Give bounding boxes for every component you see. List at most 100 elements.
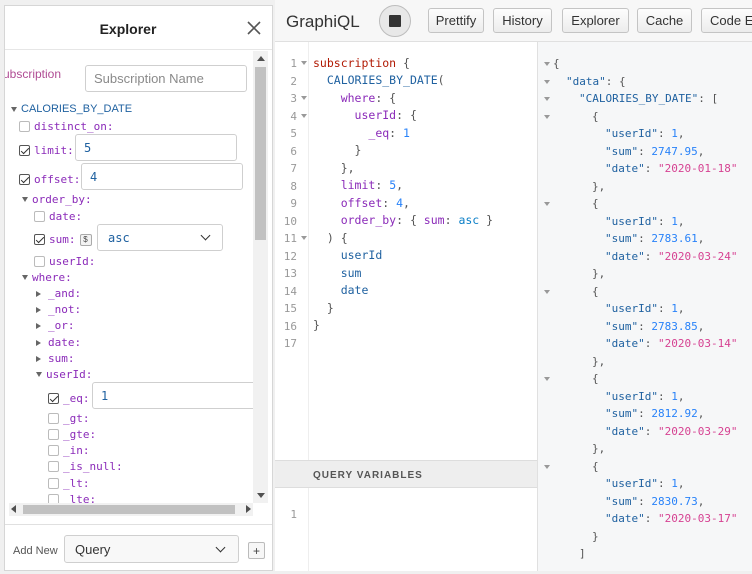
scroll-right-icon[interactable] bbox=[246, 505, 251, 513]
userid-is-null[interactable]: _is_null: bbox=[48, 460, 123, 473]
order-by-sum[interactable]: sum: $ bbox=[34, 233, 98, 246]
chevron-down-icon bbox=[200, 230, 211, 241]
order-by-userid[interactable]: userId: bbox=[34, 255, 95, 268]
userid-lt[interactable]: _lt: bbox=[48, 477, 90, 490]
query-variables-editor[interactable]: 1 bbox=[275, 488, 537, 571]
checkbox[interactable] bbox=[48, 445, 59, 456]
result-line: }, bbox=[592, 179, 606, 193]
chevron-down-icon bbox=[215, 542, 226, 553]
checkbox-checked[interactable] bbox=[48, 393, 59, 404]
where-not[interactable]: _not: bbox=[35, 303, 81, 316]
fold-icon[interactable] bbox=[544, 97, 550, 101]
query-editor[interactable]: 1 2 3 4 5 6 7 8 9 10 11 12 13 14 15 16 17 subscription {… bbox=[275, 42, 537, 460]
history-button[interactable]: History bbox=[493, 8, 552, 33]
add-new-operation-select[interactable]: Query bbox=[64, 535, 239, 563]
result-line: "userId": 1, bbox=[605, 302, 685, 315]
where-or[interactable]: _or: bbox=[35, 319, 75, 332]
operation-keyword: subscription bbox=[5, 67, 62, 81]
code-line: userId: { bbox=[354, 108, 417, 122]
checkbox[interactable] bbox=[48, 413, 59, 424]
checkbox[interactable] bbox=[48, 429, 59, 440]
fold-icon[interactable] bbox=[544, 464, 550, 469]
userid-gte[interactable]: _gte: bbox=[48, 428, 96, 441]
offset-input[interactable]: 4 bbox=[81, 163, 243, 190]
fold-icon[interactable] bbox=[301, 236, 307, 240]
code-line: } bbox=[313, 318, 320, 332]
arg-order-by[interactable]: order_by: bbox=[22, 193, 92, 206]
order-by-date[interactable]: date: bbox=[34, 210, 82, 223]
add-operation-button[interactable]: + bbox=[248, 542, 265, 559]
fold-icon[interactable] bbox=[544, 62, 550, 66]
order-by-sum-select[interactable]: asc bbox=[97, 224, 223, 251]
fold-icon[interactable] bbox=[544, 202, 550, 206]
explorer-vertical-scrollbar[interactable] bbox=[253, 51, 268, 503]
limit-input[interactable]: 5 bbox=[75, 134, 237, 161]
where-and[interactable]: _and: bbox=[35, 287, 81, 300]
code-exporter-button[interactable]: Code Exporter bbox=[701, 8, 752, 33]
scroll-left-icon[interactable] bbox=[11, 505, 16, 513]
userid-gt[interactable]: _gt: bbox=[48, 412, 90, 425]
checkbox[interactable] bbox=[19, 121, 30, 132]
checkbox[interactable] bbox=[34, 256, 45, 267]
fold-icon[interactable] bbox=[544, 289, 550, 294]
query-variables-title: QUERY VARIABLES bbox=[313, 470, 423, 481]
root-field-label: CALORIES_BY_DATE bbox=[21, 103, 133, 115]
result-viewer[interactable]: {"data": {"CALORIES_BY_DATE": [{"userId"… bbox=[537, 42, 752, 571]
fold-icon[interactable] bbox=[544, 114, 550, 119]
userid-lte[interactable]: _lte: bbox=[48, 493, 96, 503]
operation-name-input[interactable]: Subscription Name bbox=[85, 65, 247, 92]
arg-label: distinct_on: bbox=[34, 120, 114, 133]
checkbox[interactable] bbox=[48, 461, 59, 472]
fold-icon[interactable] bbox=[544, 79, 550, 84]
explorer-button[interactable]: Explorer bbox=[562, 8, 629, 33]
fold-icon[interactable] bbox=[544, 377, 550, 381]
select-value: Query bbox=[75, 541, 111, 557]
explorer-horizontal-scrollbar[interactable] bbox=[9, 503, 253, 516]
fold-icon[interactable] bbox=[301, 113, 307, 118]
cache-button[interactable]: Cache bbox=[637, 8, 692, 33]
result-line: { bbox=[592, 372, 599, 385]
checkbox-checked[interactable] bbox=[34, 234, 45, 245]
userid-eq[interactable]: _eq: bbox=[48, 392, 90, 405]
arg-label: userId: bbox=[46, 368, 93, 381]
result-line: "date": "2020-03-24" bbox=[605, 249, 738, 263]
userid-in[interactable]: _in: bbox=[48, 444, 90, 457]
fold-icon[interactable] bbox=[301, 96, 307, 100]
checkbox[interactable] bbox=[48, 494, 59, 503]
where-date[interactable]: date: bbox=[35, 336, 81, 349]
arg-limit[interactable]: limit: bbox=[19, 144, 74, 157]
arg-distinct-on[interactable]: distinct_on: bbox=[19, 120, 113, 133]
scrollbar-thumb[interactable] bbox=[255, 67, 266, 240]
arg-label: _eq: bbox=[63, 392, 90, 405]
arg-where[interactable]: where: bbox=[22, 271, 72, 284]
result-line: "date": "2020-03-14" bbox=[605, 337, 738, 350]
checkbox-checked[interactable] bbox=[19, 145, 30, 156]
scrollbar-thumb[interactable] bbox=[23, 505, 235, 514]
fold-icon[interactable] bbox=[301, 61, 307, 65]
arg-label: where: bbox=[32, 271, 72, 284]
scroll-down-icon[interactable] bbox=[257, 493, 265, 498]
where-userid[interactable]: userId: bbox=[36, 368, 92, 381]
result-line: "userId": 1, bbox=[605, 214, 685, 228]
close-icon[interactable] bbox=[245, 19, 263, 37]
root-field-row[interactable]: CALORIES_BY_DATE bbox=[11, 103, 132, 115]
scroll-up-icon[interactable] bbox=[257, 56, 265, 61]
checkbox-checked[interactable] bbox=[19, 174, 30, 185]
checkbox[interactable] bbox=[48, 478, 59, 489]
arg-offset[interactable]: offset: bbox=[19, 173, 80, 186]
where-sum[interactable]: sum: bbox=[35, 352, 75, 365]
checkbox[interactable] bbox=[34, 211, 45, 222]
arg-label: _in: bbox=[63, 444, 90, 457]
line-number: 14 bbox=[283, 284, 297, 298]
result-line: "sum": 2783.85, bbox=[605, 319, 705, 333]
stop-button[interactable] bbox=[379, 5, 411, 37]
result-line: }, bbox=[592, 354, 606, 368]
prettify-button[interactable]: Prettify bbox=[428, 8, 484, 33]
line-number: 1 bbox=[290, 508, 297, 521]
arg-label: _lt: bbox=[63, 477, 90, 490]
eq-input[interactable]: 1 bbox=[92, 382, 253, 409]
code-line: userId bbox=[340, 248, 383, 262]
caret-right-icon bbox=[36, 355, 41, 362]
result-line: "date": "2020-03-29" bbox=[605, 424, 738, 438]
query-variables-header[interactable]: QUERY VARIABLES bbox=[275, 460, 537, 488]
